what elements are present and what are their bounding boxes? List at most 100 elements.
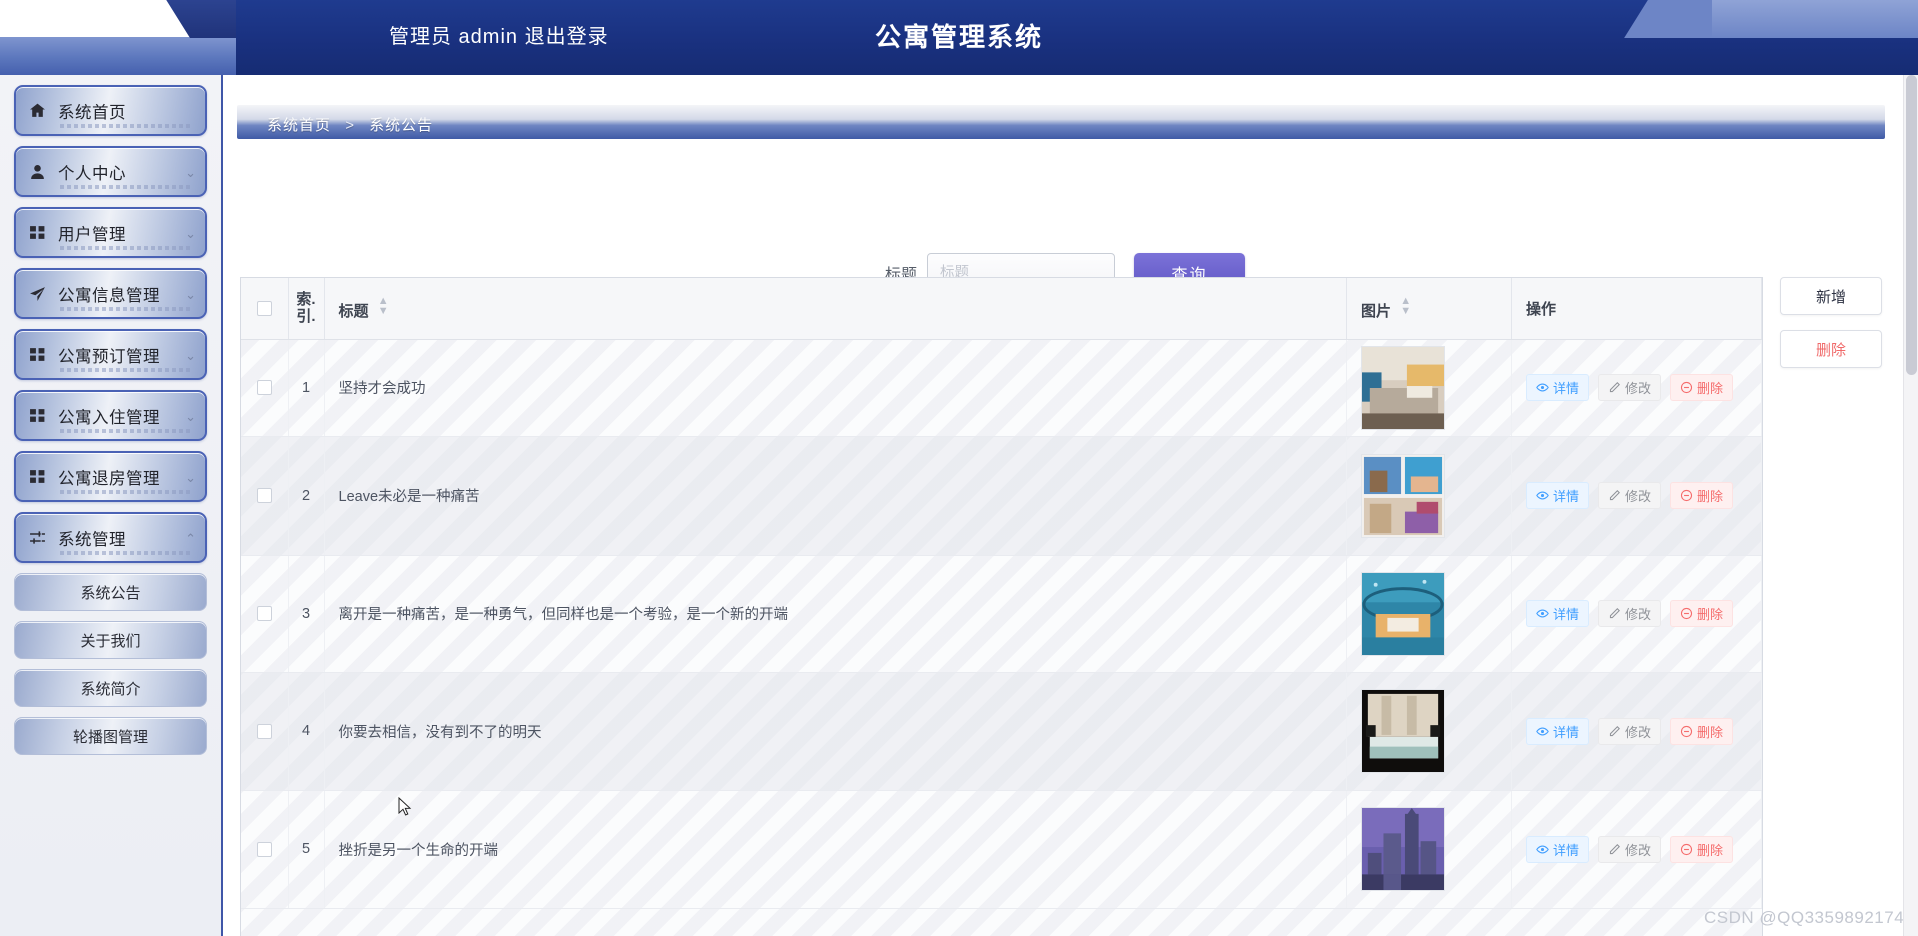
row-actions-cell: 详情 修改 删除 xyxy=(1511,672,1762,791)
sort-icon[interactable]: ▲ ▼ xyxy=(378,295,389,316)
sidebar-item-user-management[interactable]: 用户管理 ⌄ xyxy=(14,207,207,258)
table-body: 1 坚持才会成功 详情 修改 删除 2 Leave未必是一种痛苦 详情 修改 删… xyxy=(241,339,1762,909)
row-actions-cell: 详情 修改 删除 xyxy=(1511,790,1762,909)
delete-button[interactable]: 删除 xyxy=(1670,717,1734,745)
detail-button[interactable]: 详情 xyxy=(1526,374,1590,401)
data-table-container: 索. 引. 标题 ▲ ▼ 图片 ▲ ▼ 操作 1 坚持才会成功 详情 修改 删除… xyxy=(240,277,1763,936)
breadcrumb-bar: 系统首页 > 系统公告 xyxy=(237,105,1885,139)
page-title: 公寓管理系统 xyxy=(874,22,1043,52)
sidebar-item-checkin-management[interactable]: 公寓入住管理 ⌄ xyxy=(14,390,207,441)
edit-button[interactable]: 修改 xyxy=(1598,717,1662,745)
pencil-icon xyxy=(1609,725,1620,736)
select-all-header xyxy=(241,278,289,340)
row-checkbox[interactable] xyxy=(256,841,272,857)
batch-delete-button[interactable]: 删除 xyxy=(1780,330,1882,368)
menu-decor-dots xyxy=(60,368,190,372)
chevron-down-icon: ⌄ xyxy=(185,287,196,302)
sidebar-subitem-intro[interactable]: 系统简介 xyxy=(14,669,207,707)
sidebar-subitem-announcement[interactable]: 系统公告 xyxy=(14,573,207,611)
edit-button[interactable]: 修改 xyxy=(1598,835,1662,863)
sidebar-subitem-about-us[interactable]: 关于我们 xyxy=(14,621,207,659)
detail-button[interactable]: 详情 xyxy=(1526,717,1590,745)
suite-photo-collage-thumbnail[interactable] xyxy=(1361,453,1445,538)
vertical-scrollbar[interactable] xyxy=(1903,75,1918,936)
row-image-cell xyxy=(1346,339,1512,437)
underwater-suite-thumbnail[interactable] xyxy=(1361,571,1445,656)
table-row[interactable]: 3 离开是一种痛苦，是一种勇气，但同样也是一个考验，是一个新的开端 详情 修改 … xyxy=(241,555,1762,673)
sidebar-item-label: 个人中心 xyxy=(58,164,126,183)
table-row[interactable]: 5 挫折是另一个生命的开端 详情 修改 删除 xyxy=(241,790,1762,909)
user-icon xyxy=(16,163,58,180)
sidebar-item-label: 公寓预订管理 xyxy=(58,347,160,366)
city-skyline-night-thumbnail[interactable] xyxy=(1361,807,1445,891)
delete-button[interactable]: 删除 xyxy=(1670,482,1734,509)
pencil-icon xyxy=(1609,490,1620,501)
sidebar-item-apartment-info[interactable]: 公寓信息管理 ⌄ xyxy=(14,268,207,319)
row-checkbox[interactable] xyxy=(256,488,272,504)
eye-icon xyxy=(1536,727,1549,735)
image-header[interactable]: 图片 ▲ ▼ xyxy=(1346,278,1512,340)
sort-icon[interactable]: ▲ ▼ xyxy=(1400,295,1411,316)
sliders-icon xyxy=(16,529,58,546)
delete-button[interactable]: 删除 xyxy=(1670,835,1734,863)
chevron-down-icon: ⌄ xyxy=(185,348,196,363)
row-title: Leave未必是一种痛苦 xyxy=(324,436,1347,556)
table-row[interactable]: 1 坚持才会成功 详情 修改 删除 xyxy=(241,339,1762,437)
row-checkbox[interactable] xyxy=(256,723,272,739)
select-all-checkbox[interactable] xyxy=(256,301,272,317)
table-row[interactable]: 2 Leave未必是一种痛苦 详情 修改 删除 xyxy=(241,436,1762,556)
table-head: 索. 引. 标题 ▲ ▼ 图片 ▲ ▼ 操作 xyxy=(241,278,1762,340)
delete-button[interactable]: 删除 xyxy=(1670,374,1734,401)
add-button[interactable]: 新增 xyxy=(1780,277,1882,315)
eye-icon xyxy=(1536,845,1549,853)
title-header[interactable]: 标题 ▲ ▼ xyxy=(324,278,1347,340)
index-header-line2: 引. xyxy=(296,308,316,326)
detail-button[interactable]: 详情 xyxy=(1526,482,1590,509)
pencil-icon xyxy=(1609,843,1620,854)
table-row[interactable]: 4 你要去相信，没有到不了的明天 详情 修改 删除 xyxy=(241,672,1762,791)
twin-bed-hotel-room-thumbnail[interactable] xyxy=(1361,689,1445,773)
user-logout-link[interactable]: 管理员 admin 退出登录 xyxy=(389,0,609,75)
row-select-cell xyxy=(241,555,289,673)
row-select-cell xyxy=(241,790,289,909)
minus-circle-icon xyxy=(1680,725,1693,737)
detail-button[interactable]: 详情 xyxy=(1526,835,1590,863)
menu-decor-dots xyxy=(60,124,190,128)
chevron-down-icon: ⌄ xyxy=(185,226,196,241)
edit-button-label: 修改 xyxy=(1625,489,1652,504)
row-index: 3 xyxy=(288,555,325,673)
detail-button-label: 详情 xyxy=(1553,724,1580,740)
detail-button-label: 详情 xyxy=(1553,489,1580,504)
row-image-cell xyxy=(1346,790,1512,909)
watermark: CSDN @QQ3359892174 xyxy=(1704,908,1905,927)
image-header-label: 图片 xyxy=(1361,302,1392,320)
row-checkbox[interactable] xyxy=(256,606,272,622)
sidebar-item-home[interactable]: 系统首页 xyxy=(14,85,207,136)
row-checkbox[interactable] xyxy=(256,380,272,396)
sidebar-item-booking-management[interactable]: 公寓预订管理 ⌄ xyxy=(14,329,207,380)
menu-decor-dots xyxy=(60,490,190,494)
row-index: 4 xyxy=(288,672,325,791)
edit-button[interactable]: 修改 xyxy=(1598,600,1662,627)
edit-button-label: 修改 xyxy=(1625,842,1652,858)
delete-button[interactable]: 删除 xyxy=(1670,600,1734,627)
eye-icon xyxy=(1536,609,1549,618)
detail-button[interactable]: 详情 xyxy=(1526,600,1590,627)
minus-circle-icon xyxy=(1680,381,1693,394)
sidebar-item-profile[interactable]: 个人中心 ⌄ xyxy=(14,146,207,197)
menu-decor-dots xyxy=(60,246,190,250)
title-header-label: 标题 xyxy=(338,302,369,320)
sidebar-subitem-carousel[interactable]: 轮播图管理 xyxy=(14,717,207,755)
sidebar-item-checkout-management[interactable]: 公寓退房管理 ⌄ xyxy=(14,451,207,502)
index-header-line1: 索. xyxy=(296,291,316,309)
delete-button-label: 删除 xyxy=(1697,607,1724,622)
scrollbar-thumb[interactable] xyxy=(1906,75,1917,375)
sidebar-item-system-management[interactable]: 系统管理 ⌃ xyxy=(14,512,207,563)
minus-circle-icon xyxy=(1680,489,1693,502)
table-header-row: 索. 引. 标题 ▲ ▼ 图片 ▲ ▼ 操作 xyxy=(241,278,1762,340)
hotel-bedroom-warm-lighting-thumbnail[interactable] xyxy=(1361,345,1445,430)
sidebar-subitem-label: 关于我们 xyxy=(80,632,141,650)
edit-button[interactable]: 修改 xyxy=(1598,374,1662,401)
breadcrumb-root[interactable]: 系统首页 xyxy=(267,117,331,134)
edit-button[interactable]: 修改 xyxy=(1598,482,1662,509)
